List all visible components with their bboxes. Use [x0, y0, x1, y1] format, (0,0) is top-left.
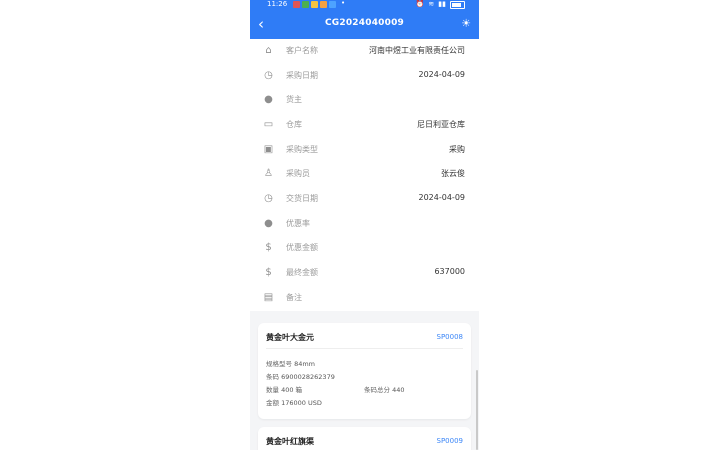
product-name: 黄金叶大金元 — [266, 333, 314, 342]
info-label: 客户名称 — [286, 46, 318, 55]
info-value: 张云俊 — [441, 169, 465, 178]
person-icon: ♙ — [264, 168, 273, 179]
info-row-purchase-date: ◷ 采购日期 2024-04-09 — [250, 64, 479, 88]
info-row-purchaser: ♙ 采购员 张云俊 — [250, 162, 479, 186]
product-code[interactable]: SP0009 — [437, 437, 463, 445]
brightness-icon[interactable]: ☀ — [461, 17, 471, 30]
notification-icon — [311, 1, 318, 8]
info-row-final-amount: $ 最终金额 637000 — [250, 261, 479, 285]
info-label: 采购员 — [286, 169, 310, 178]
info-label: 优惠金额 — [286, 243, 318, 252]
info-label: 采购日期 — [286, 71, 318, 80]
app-header: 11:26 • ⏰ ≋ ▮▮ ‹ CG2024040009 ☀ — [250, 0, 479, 39]
money-icon: $ — [265, 242, 272, 253]
product-quantity: 数量 400 箱 — [266, 386, 303, 394]
info-label: 备注 — [286, 293, 302, 302]
info-label: 采购类型 — [286, 145, 318, 154]
info-row-remark: ▤ 备注 — [250, 286, 479, 310]
notification-icons — [293, 1, 336, 8]
info-row-discount-rate: ● 优惠率 — [250, 212, 479, 236]
user-circle-icon: ● — [264, 94, 273, 105]
product-amount: 金额 176000 USD — [266, 399, 322, 407]
info-value: 2024-04-09 — [418, 193, 466, 202]
info-row-warehouse: ▭ 仓库 尼日利亚仓库 — [250, 113, 479, 137]
clock-icon: ◷ — [264, 193, 273, 204]
info-value: 尼日利亚仓库 — [417, 120, 465, 129]
home-icon: ⌂ — [265, 45, 272, 56]
status-time: 11:26 — [267, 0, 288, 8]
notification-icon — [293, 1, 300, 8]
product-card[interactable]: 黄金叶大金元 SP0008 规格型号 84mm 条码 6900028262379… — [258, 323, 471, 419]
info-label: 货主 — [286, 95, 302, 104]
clock-icon: ◷ — [264, 70, 273, 81]
product-name: 黄金叶红旗渠 — [266, 437, 314, 446]
wifi-icon: ≋ — [428, 0, 435, 8]
status-right-icons: ⏰ ≋ ▮▮ — [416, 0, 465, 9]
product-code[interactable]: SP0008 — [437, 333, 463, 341]
user-circle-icon: ● — [264, 218, 273, 229]
info-label: 优惠率 — [286, 219, 310, 228]
comment-icon: ▤ — [263, 292, 274, 303]
info-value: 河南中煜工业有限责任公司 — [369, 46, 465, 55]
product-spec: 规格型号 84mm — [266, 360, 316, 368]
product-card[interactable]: 黄金叶红旗渠 SP0009 — [258, 427, 471, 450]
order-info-list: ⌂ 客户名称 河南中煜工业有限责任公司 ◷ 采购日期 2024-04-09 ● … — [250, 39, 479, 311]
info-row-discount-amount: $ 优惠金额 — [250, 236, 479, 260]
image-icon: ▣ — [263, 144, 274, 155]
info-label: 仓库 — [286, 120, 302, 129]
info-value: 采购 — [449, 145, 465, 154]
notification-icon — [320, 1, 327, 8]
product-total: 条码总分 440 — [364, 386, 405, 394]
signal-icon: ▮▮ — [438, 0, 446, 8]
status-dot: • — [341, 0, 346, 7]
status-bar: 11:26 • ⏰ ≋ ▮▮ — [250, 0, 479, 10]
phone-screen: 11:26 • ⏰ ≋ ▮▮ ‹ CG2024040009 ☀ ⌂ 客户名称 河… — [250, 0, 479, 450]
card-divider — [266, 348, 463, 349]
notification-icon — [329, 1, 336, 8]
info-row-delivery-date: ◷ 交货日期 2024-04-09 — [250, 187, 479, 211]
info-row-purchase-type: ▣ 采购类型 采购 — [250, 138, 479, 162]
scrollbar-thumb[interactable] — [476, 370, 478, 450]
info-row-owner: ● 货主 — [250, 88, 479, 112]
page-title: CG2024040009 — [324, 18, 404, 28]
warehouse-icon: ▭ — [263, 119, 274, 130]
info-value: 2024-04-09 — [418, 70, 466, 79]
info-label: 最终金额 — [286, 268, 318, 277]
nav-bar: ‹ CG2024040009 ☀ — [250, 12, 479, 38]
money-icon: $ — [265, 267, 272, 278]
notification-icon — [302, 1, 309, 8]
product-barcode: 条码 6900028262379 — [266, 373, 335, 381]
info-label: 交货日期 — [286, 194, 318, 203]
info-value: 637000 — [434, 267, 465, 276]
info-row-customer: ⌂ 客户名称 河南中煜工业有限责任公司 — [250, 39, 479, 63]
battery-icon — [450, 0, 465, 9]
alarm-icon: ⏰ — [415, 0, 425, 8]
